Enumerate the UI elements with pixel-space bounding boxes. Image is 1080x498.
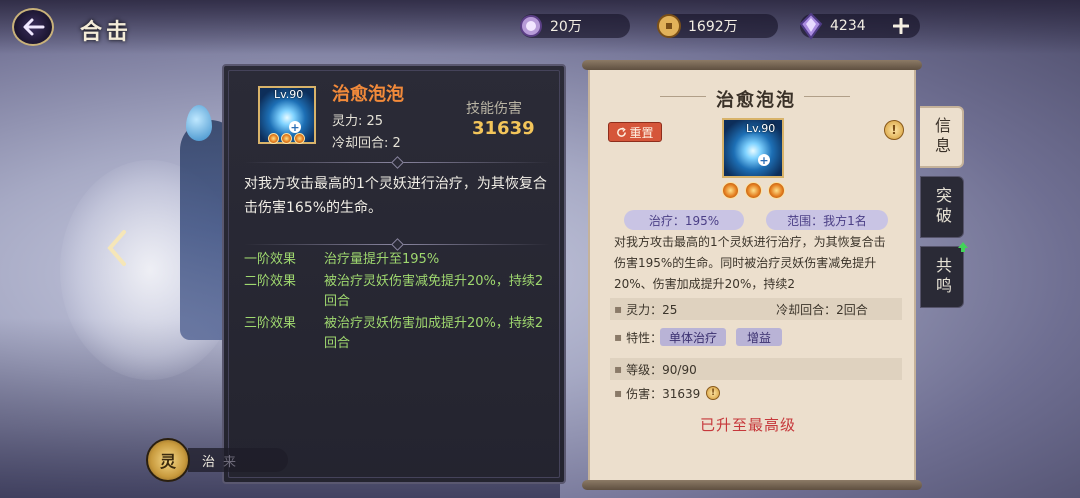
bottom-label: 治 xyxy=(202,454,216,470)
range-tag: 范围：我方1名 xyxy=(766,210,888,230)
reset-label: 重置 xyxy=(629,125,654,140)
star-pips xyxy=(268,133,305,144)
divider xyxy=(244,156,550,169)
bullet: ▪ xyxy=(614,330,623,344)
prev-arrow-icon[interactable] xyxy=(104,228,130,268)
effect-tier: 三阶效果 xyxy=(244,316,297,331)
plus-icon xyxy=(893,18,909,34)
trait-tag: 单体治疗 xyxy=(660,328,726,346)
back-button[interactable] xyxy=(12,8,54,46)
bottom-skill-tag[interactable]: 治 来 xyxy=(188,448,288,472)
scroll-roller-bottom xyxy=(582,480,922,490)
tip-icon-text: ! xyxy=(891,123,897,137)
skill-name: 治愈泡泡 xyxy=(332,84,404,105)
refresh-icon xyxy=(617,126,627,137)
detail-cooldown: 冷却回合：2回合 xyxy=(776,302,868,317)
resource-value: 20万 xyxy=(550,19,582,35)
bottom-label-dim: 来 xyxy=(223,454,237,470)
detail-spirit: 灵力：25 xyxy=(626,302,678,317)
effect-tier: 二阶效果 xyxy=(244,274,297,289)
effect-text: 治疗量提升至195% xyxy=(324,252,440,267)
damage-label: 技能伤害 xyxy=(466,101,522,117)
bullet: ▪ xyxy=(614,362,623,376)
pip-icon xyxy=(268,133,279,144)
tab-breakthrough[interactable]: 突破 xyxy=(920,176,964,238)
resource-value: 4234 xyxy=(830,18,866,34)
detail-title: 治愈泡泡 xyxy=(716,90,796,111)
upgrade-arrow-icon xyxy=(958,242,968,252)
stat-row: ▪ 灵力：25 冷却回合：2回合 xyxy=(610,298,902,320)
cooldown-value: 2 xyxy=(392,136,401,151)
tab-label: 信息 xyxy=(932,117,951,157)
max-level-status: 已升至最高级 xyxy=(700,416,797,434)
plus-icon: + xyxy=(758,153,770,167)
detail-skill-icon: Lv.90 + xyxy=(722,118,784,178)
detail-damage: 伤害：31639 xyxy=(626,386,701,401)
traits-label: 特性： xyxy=(626,330,663,345)
damage-row: ▪ 伤害：31639 xyxy=(610,382,902,404)
back-arrow-icon xyxy=(23,18,45,36)
grade-row: ▪ 等级：90/90 xyxy=(610,358,902,380)
pip-icon xyxy=(294,133,305,144)
trait-tag: 增益 xyxy=(736,328,782,346)
skill-level: Lv.90 xyxy=(274,88,304,101)
spirit-value: 25 xyxy=(366,114,384,129)
detail-star-pips xyxy=(722,182,785,199)
tab-label: 共鸣 xyxy=(933,257,952,297)
resource-value: 1692万 xyxy=(688,19,738,35)
tip-icon[interactable]: ! xyxy=(884,120,904,140)
bullet: ▪ xyxy=(614,302,623,316)
tab-resonance[interactable]: 共鸣 xyxy=(920,242,968,308)
damage-tip-icon[interactable]: ! xyxy=(706,386,720,400)
coin-icon xyxy=(654,11,684,41)
detail-description: 对我方攻击最高的1个灵妖进行治疗，为其恢复合击伤害195%的生命。同时被治疗灵妖… xyxy=(614,235,886,291)
scroll-roller-top xyxy=(582,60,922,70)
divider xyxy=(244,238,550,251)
plus-icon: + xyxy=(289,120,301,134)
effect-tier: 一阶效果 xyxy=(244,252,297,267)
cooldown-stat: 冷却回合: 2 xyxy=(332,132,401,151)
resource-coin: 1692万 xyxy=(657,14,778,38)
pip-icon xyxy=(745,182,762,199)
pip-icon xyxy=(722,182,739,199)
page-title: 合击 xyxy=(80,19,133,45)
crystal-icon xyxy=(796,11,826,41)
tab-info[interactable]: 信息 xyxy=(920,106,964,168)
spirit-orb-icon xyxy=(516,11,546,41)
add-crystal-button[interactable] xyxy=(888,14,914,38)
spirit-badge-icon[interactable]: 灵 xyxy=(146,438,190,482)
bullet: ▪ xyxy=(614,386,623,400)
skill-description: 对我方攻击最高的1个灵妖进行治疗，为其恢复合击伤害165%的生命。 xyxy=(244,176,547,216)
tab-label: 突破 xyxy=(933,187,952,227)
title-ornament-right xyxy=(804,96,850,97)
title-ornament-left xyxy=(660,96,706,97)
effect-text: 被治疗灵妖伤害加成提升20%，持续2回合 xyxy=(324,316,544,351)
reset-button[interactable]: 重置 xyxy=(608,122,662,142)
resource-spirit-orb: 20万 xyxy=(520,14,630,38)
pip-icon xyxy=(768,182,785,199)
effect-text: 被治疗灵妖伤害减免提升20%，持续2回合 xyxy=(324,274,544,309)
pip-icon xyxy=(281,133,292,144)
damage-value: 31639 xyxy=(472,118,535,139)
cooldown-label: 冷却回合: xyxy=(332,136,389,151)
water-drop-ornament xyxy=(186,105,212,141)
spirit-stat: 灵力: 25 xyxy=(332,110,383,129)
heal-tag: 治疗：195% xyxy=(624,210,744,230)
detail-skill-level: Lv.90 xyxy=(746,122,776,135)
detail-grade: 等级：90/90 xyxy=(626,362,697,377)
skill-icon: Lv.90 + xyxy=(258,86,316,144)
spirit-label: 灵力: xyxy=(332,114,363,129)
badge-text: 灵 xyxy=(159,452,176,471)
